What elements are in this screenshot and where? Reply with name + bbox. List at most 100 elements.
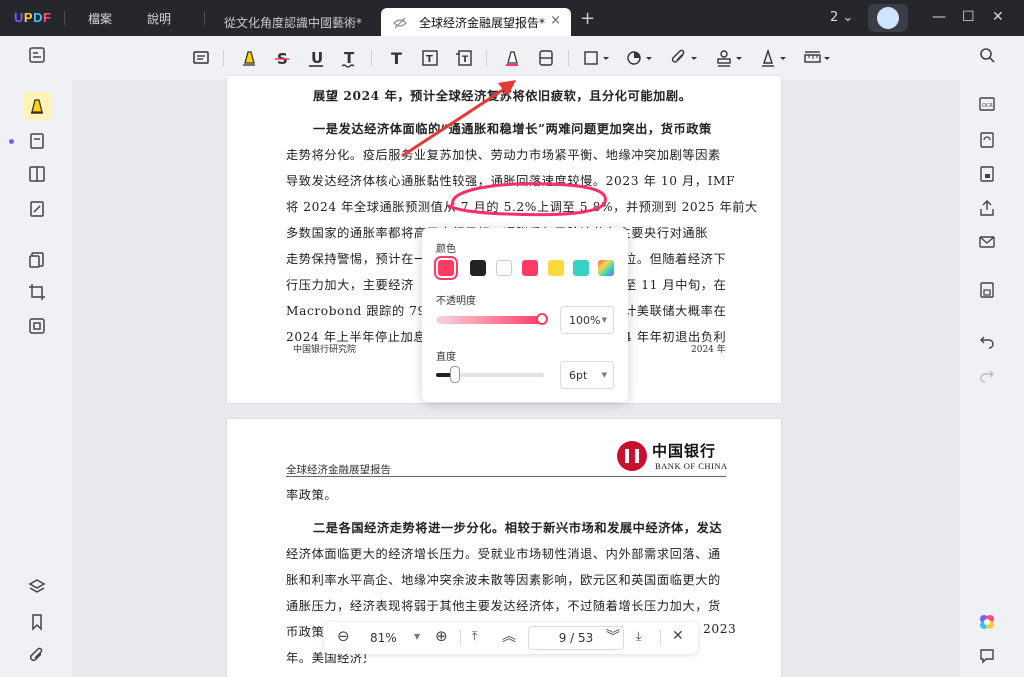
color-swatch-pink-selected[interactable]	[434, 256, 458, 280]
menu-file[interactable]: 檔案	[88, 10, 112, 27]
zoom-level[interactable]: 81%	[370, 631, 397, 645]
stamp-dropdown-icon[interactable]	[715, 48, 745, 68]
fill-color-dropdown-icon[interactable]	[625, 48, 655, 68]
layers-icon[interactable]	[27, 577, 47, 597]
share-icon[interactable]	[978, 199, 996, 217]
close-tab-icon[interactable]: ×	[550, 13, 561, 28]
organize-pages-icon[interactable]	[27, 250, 47, 270]
header-rule	[286, 476, 726, 477]
text-fragment: 位。但随着经济下	[624, 252, 727, 266]
attachment-icon[interactable]	[27, 646, 47, 666]
divider	[371, 50, 372, 66]
sticky-note-icon[interactable]	[191, 48, 211, 68]
svg-text:T: T	[462, 55, 469, 65]
minimize-icon[interactable]: —	[932, 9, 946, 25]
divider	[568, 50, 569, 66]
zoom-out-icon[interactable]: ⊖	[337, 627, 350, 645]
tab-document-1[interactable]: 從文化角度認識中國藝術*	[212, 8, 380, 36]
text-line: Macrobond 跟踪的 79 家	[286, 304, 426, 318]
close-nav-icon[interactable]: ✕	[672, 628, 684, 644]
text-line: 行压力加大，主要经济	[286, 278, 414, 292]
shape-dropdown-icon[interactable]	[582, 48, 612, 68]
color-swatch-red[interactable]	[522, 260, 538, 276]
width-dropdown[interactable]: 6pt ▼	[560, 361, 614, 389]
svg-text:T: T	[344, 49, 355, 67]
undo-icon[interactable]	[978, 332, 996, 350]
tab-count-dropdown[interactable]: 2 ⌄	[830, 10, 853, 25]
form-icon[interactable]	[27, 164, 47, 184]
squiggly-icon[interactable]: T	[339, 48, 359, 68]
opacity-slider-handle[interactable]	[536, 313, 548, 325]
signature-dropdown-icon[interactable]	[759, 48, 789, 68]
search-icon[interactable]	[978, 46, 996, 64]
crop-icon[interactable]	[27, 282, 47, 302]
logo-text-en: BANK OF CHINA	[655, 461, 728, 471]
first-page-icon[interactable]: ⤒	[472, 629, 477, 644]
width-slider-handle[interactable]	[450, 366, 460, 383]
tab-label: 全球经济金融展望报告*	[419, 16, 546, 30]
color-label: 颜色	[436, 244, 456, 255]
redo-icon[interactable]	[978, 366, 996, 384]
convert-icon[interactable]	[978, 131, 996, 149]
color-swatch-teal[interactable]	[573, 260, 589, 276]
tab-document-2[interactable]: 全球经济金融展望报告* ×	[381, 8, 571, 36]
comments-panel-icon[interactable]	[978, 647, 996, 665]
page-header: 全球经济金融展望报告	[286, 464, 391, 476]
width-label: 直度	[436, 352, 456, 363]
close-window-icon[interactable]: ✕	[992, 9, 1004, 25]
email-icon[interactable]	[978, 233, 996, 251]
tools-icon[interactable]	[27, 316, 47, 336]
reader-icon[interactable]	[27, 45, 47, 65]
text-line: 二是各国经济走势将进一步分化。相较于新兴市场和发展中经济体，发达	[313, 521, 723, 535]
opacity-slider[interactable]	[436, 316, 544, 324]
svg-text:OCR: OCR	[982, 103, 993, 109]
opacity-label: 不透明度	[436, 296, 476, 307]
save-icon[interactable]	[978, 281, 996, 299]
color-swatch-white[interactable]	[496, 260, 512, 276]
measure-dropdown-icon[interactable]	[803, 48, 833, 68]
previous-page-icon[interactable]: ︽	[502, 626, 516, 646]
fill-sign-icon[interactable]	[27, 199, 47, 219]
pencil-properties-popup: 颜色 不透明度 100% ▼ 直度 6pt ▼	[422, 228, 628, 402]
color-swatch-yellow[interactable]	[548, 260, 564, 276]
underline-icon[interactable]: U	[306, 48, 326, 68]
divider	[64, 11, 65, 25]
text-fragment: 计美联储大概率在	[624, 304, 727, 318]
menu-help[interactable]: 說明	[147, 10, 171, 27]
attach-dropdown-icon[interactable]	[670, 48, 700, 68]
guide-arrow	[401, 80, 516, 158]
ink-annotation[interactable]	[437, 176, 617, 222]
zoom-in-icon[interactable]: ⊕	[435, 627, 448, 645]
bookmark-icon[interactable]	[27, 612, 47, 632]
zoom-dropdown-icon[interactable]: ▼	[414, 632, 420, 641]
strikethrough-icon[interactable]: S	[272, 48, 292, 68]
pencil-icon[interactable]	[502, 48, 522, 68]
avatar[interactable]	[877, 7, 899, 29]
svg-text:T: T	[426, 54, 433, 65]
text-fragment: 至 11 月中旬，在	[624, 278, 727, 292]
highlight-icon[interactable]	[239, 48, 259, 68]
next-page-icon[interactable]: ︾	[606, 626, 620, 646]
text-callout-icon[interactable]: T	[454, 48, 474, 68]
tab-label: 從文化角度認識中國藝術*	[224, 16, 363, 30]
text-line: 一是发达经济体面临的“通通胀和稳增长”两难问题更加突出，货币政策	[313, 122, 712, 136]
edit-pdf-icon[interactable]	[27, 131, 47, 151]
color-swatch-black[interactable]	[470, 260, 486, 276]
custom-color-swatch[interactable]	[598, 260, 614, 276]
ai-assistant-icon[interactable]	[978, 613, 996, 631]
page-footer-left: 中国银行研究院	[293, 345, 357, 355]
last-page-icon[interactable]: ⤓	[636, 629, 641, 644]
text-fragment: 2023	[703, 622, 737, 636]
text-box-icon[interactable]: T	[420, 48, 440, 68]
hide-icon[interactable]	[393, 17, 407, 29]
svg-text:U: U	[311, 49, 323, 67]
opacity-dropdown[interactable]: 100% ▼	[560, 306, 614, 334]
comment-icon[interactable]	[27, 96, 47, 116]
eraser-icon[interactable]	[536, 48, 556, 68]
title-bar: UPDF 檔案 說明 從文化角度認識中國藝術* 全球经济金融展望报告* × + …	[0, 0, 1024, 36]
ocr-icon[interactable]: OCR	[978, 95, 996, 113]
new-tab-button[interactable]: +	[580, 8, 595, 29]
maximize-icon[interactable]: ☐	[962, 9, 975, 25]
text-icon[interactable]: T	[387, 48, 407, 68]
protect-icon[interactable]	[978, 165, 996, 183]
